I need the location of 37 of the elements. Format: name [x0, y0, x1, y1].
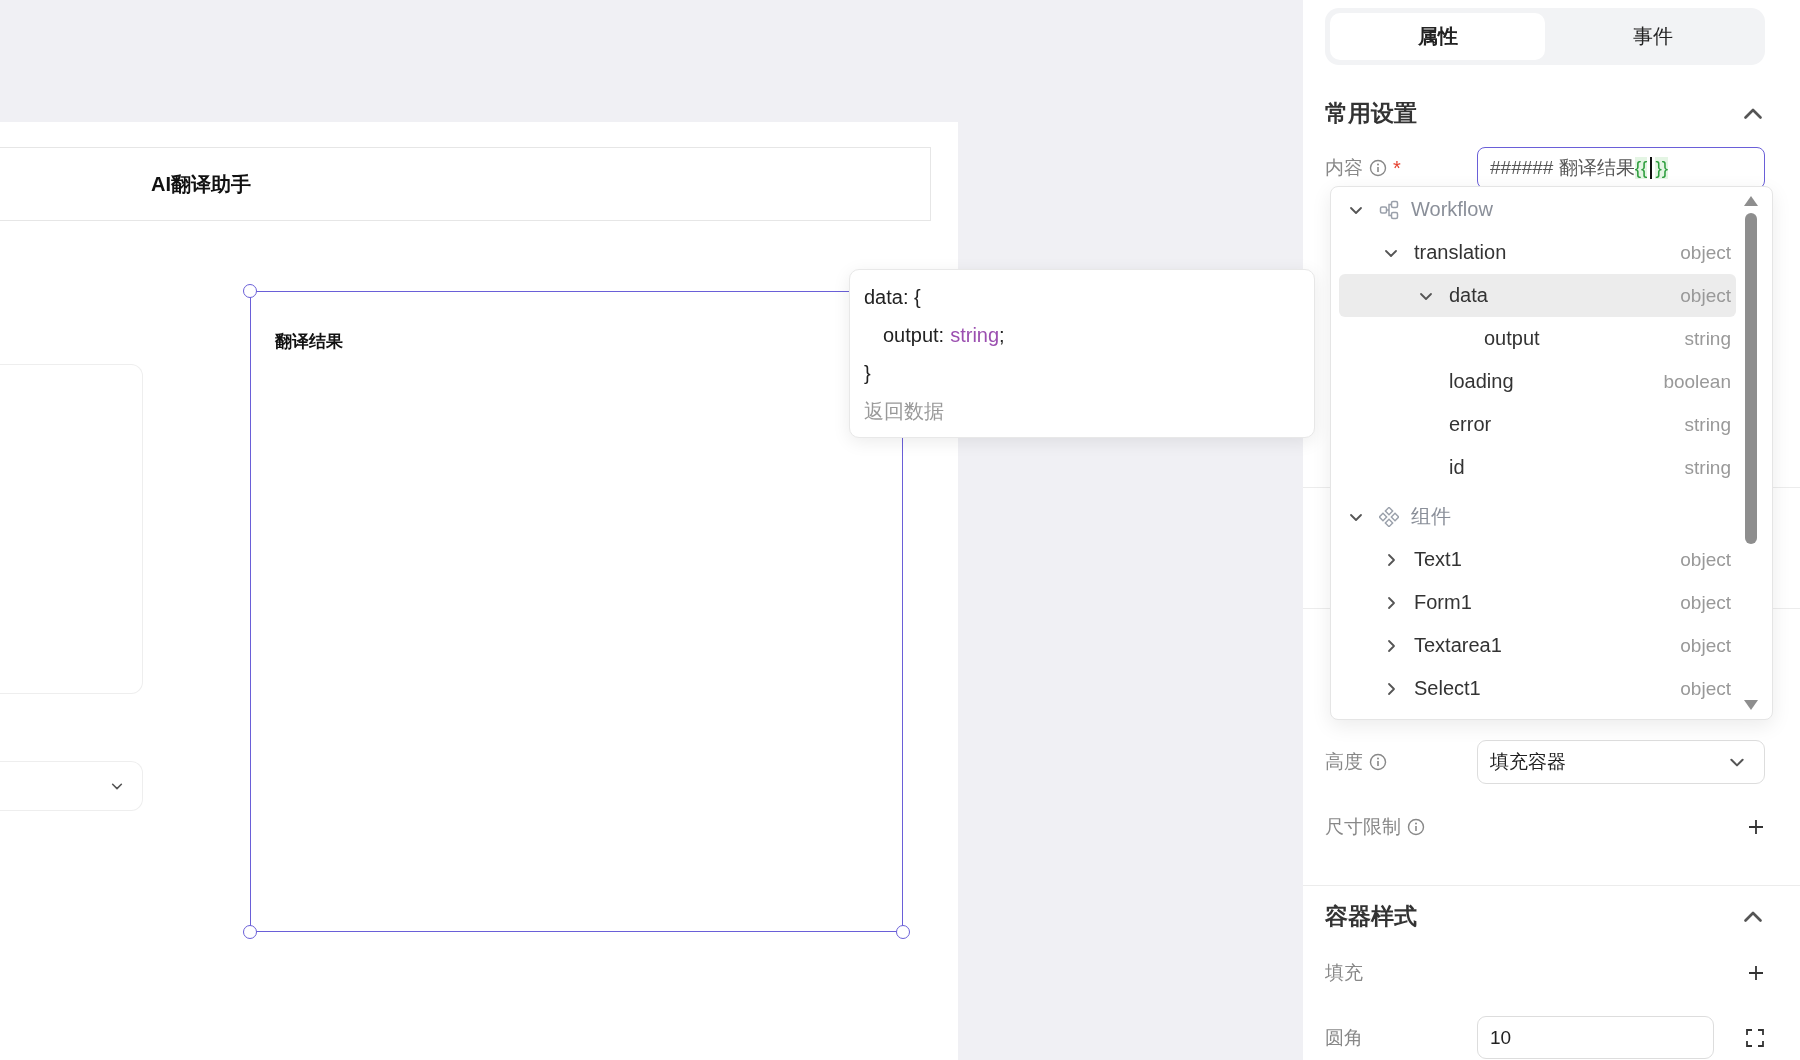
field-label: 高度 — [1325, 750, 1363, 774]
height-select[interactable]: 填充容器 — [1477, 740, 1765, 784]
tree-item[interactable]: Form1 object — [1339, 581, 1736, 624]
scroll-down-icon[interactable] — [1743, 699, 1759, 711]
scrollbar-thumb[interactable] — [1745, 213, 1757, 544]
corners-button[interactable] — [1745, 1027, 1765, 1048]
resize-handle[interactable] — [243, 925, 257, 939]
tree-item[interactable]: output string — [1339, 317, 1736, 360]
tree-item[interactable]: data object — [1339, 274, 1736, 317]
nodes-icon — [1379, 199, 1399, 220]
tree-item[interactable]: Select1 object — [1339, 667, 1736, 710]
tree-item[interactable]: translation object — [1339, 231, 1736, 274]
tree-item[interactable]: error string — [1339, 403, 1736, 446]
tree-item[interactable]: Textarea1 object — [1339, 624, 1736, 667]
diamonds-icon — [1379, 506, 1399, 527]
resize-handle[interactable] — [896, 925, 910, 939]
field-label: 圆角 — [1325, 1025, 1363, 1050]
field-label: 内容 — [1325, 156, 1363, 180]
tree-item[interactable]: loading boolean — [1339, 360, 1736, 403]
radius-input[interactable]: 10 — [1477, 1016, 1714, 1059]
tab[interactable]: 事件 — [1545, 13, 1760, 60]
add-button[interactable] — [1747, 818, 1765, 836]
tree-item[interactable]: Text1 object — [1339, 538, 1736, 581]
add-button[interactable] — [1747, 964, 1765, 982]
tab[interactable]: 属性 — [1330, 13, 1545, 60]
resize-handle[interactable] — [243, 284, 257, 298]
section-title: 容器样式 — [1325, 901, 1417, 931]
scroll-up-icon[interactable] — [1743, 195, 1759, 207]
component-label: 翻译结果 — [275, 332, 343, 351]
app-title: AI翻译助手 — [151, 171, 251, 197]
select-field[interactable] — [0, 761, 143, 811]
section-title: 常用设置 — [1325, 98, 1417, 128]
tree-item[interactable]: id string — [1339, 446, 1736, 489]
field-label: 尺寸限制 — [1325, 815, 1401, 839]
field-label: 填充 — [1325, 961, 1363, 985]
required-mark: * — [1393, 156, 1401, 180]
code-line: } — [864, 361, 871, 385]
